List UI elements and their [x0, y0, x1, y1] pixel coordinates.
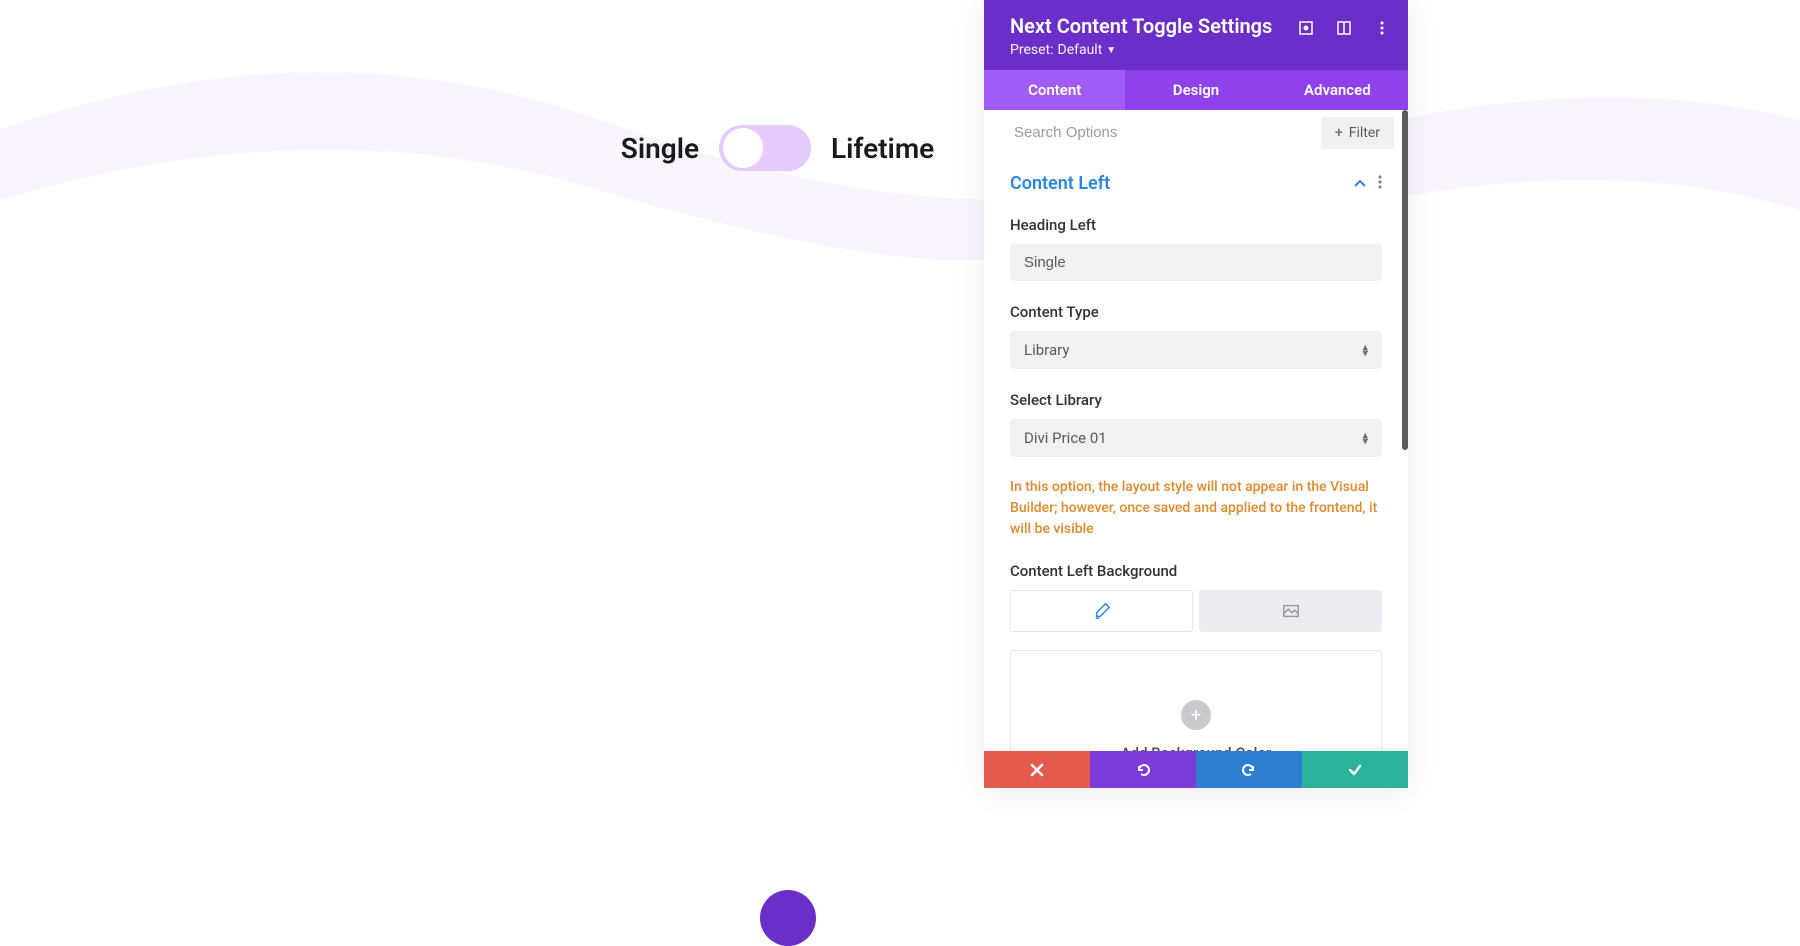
toggle-switch[interactable] — [719, 125, 811, 171]
panel-header: Next Content Toggle Settings Preset: Def… — [984, 0, 1408, 70]
section-title: Content Left — [1010, 173, 1110, 194]
search-input[interactable] — [984, 110, 1321, 155]
heading-left-input[interactable] — [1010, 244, 1382, 281]
builder-fab[interactable] — [760, 890, 816, 946]
responsive-icon[interactable] — [1298, 20, 1314, 36]
select-caret-icon — [1362, 345, 1368, 356]
panel-title: Next Content Toggle Settings — [1010, 14, 1272, 38]
content-left-bg-label: Content Left Background — [1010, 562, 1382, 580]
cancel-button[interactable] — [984, 751, 1090, 788]
select-library-value: Divi Price 01 — [1024, 429, 1107, 447]
background-tabs — [1010, 590, 1382, 632]
scrollbar[interactable] — [1402, 110, 1408, 450]
select-library-label: Select Library — [1010, 391, 1382, 409]
preset-selector[interactable]: Preset: Default ▼ — [1010, 42, 1272, 58]
plus-icon: + — [1335, 125, 1343, 141]
filter-button[interactable]: + Filter — [1321, 117, 1394, 149]
heading-left-label: Heading Left — [1010, 216, 1382, 234]
section-header-content-left[interactable]: Content Left — [1010, 155, 1382, 194]
panel-body: + Filter Content Left Heading Left Conte… — [984, 110, 1408, 788]
bg-tab-image[interactable] — [1199, 590, 1382, 632]
content-type-value: Library — [1024, 341, 1069, 359]
save-button[interactable] — [1302, 751, 1408, 788]
more-icon[interactable] — [1374, 20, 1390, 36]
bg-tab-color[interactable] — [1010, 590, 1193, 632]
content-type-label: Content Type — [1010, 303, 1382, 321]
section-more-icon[interactable] — [1378, 174, 1382, 193]
preset-label: Preset: — [1010, 42, 1054, 58]
tab-advanced[interactable]: Advanced — [1267, 70, 1408, 110]
chevron-up-icon[interactable] — [1354, 176, 1366, 192]
footer-actions — [984, 751, 1408, 788]
undo-button[interactable] — [1090, 751, 1196, 788]
select-caret-icon — [1362, 433, 1368, 444]
panel-tabs: Content Design Advanced — [984, 70, 1408, 110]
caret-down-icon: ▼ — [1106, 45, 1116, 56]
settings-panel: Next Content Toggle Settings Preset: Def… — [984, 0, 1408, 788]
toggle-thumb — [723, 128, 763, 168]
add-background-button[interactable]: + — [1181, 700, 1211, 730]
preset-value: Default — [1058, 42, 1103, 58]
redo-button[interactable] — [1196, 751, 1302, 788]
content-type-select[interactable]: Library — [1010, 331, 1382, 369]
toggle-label-left: Single — [621, 132, 699, 165]
select-library-select[interactable]: Divi Price 01 — [1010, 419, 1382, 457]
search-row: + Filter — [984, 110, 1408, 155]
tab-design[interactable]: Design — [1125, 70, 1266, 110]
tab-content[interactable]: Content — [984, 70, 1125, 110]
toggle-label-right: Lifetime — [831, 132, 934, 165]
filter-label: Filter — [1349, 125, 1380, 141]
snap-icon[interactable] — [1336, 20, 1352, 36]
warning-note: In this option, the layout style will no… — [1010, 477, 1382, 540]
